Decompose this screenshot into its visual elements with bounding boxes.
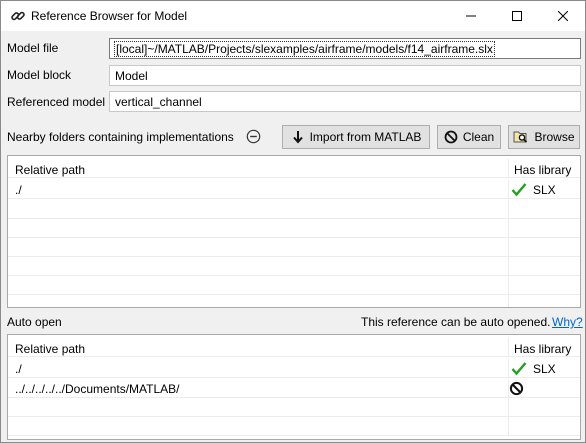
auto-open-label: Auto open bbox=[7, 315, 62, 329]
auto-open-table: Relative path Has library ./ SLX ../../.… bbox=[7, 334, 581, 440]
minimize-icon bbox=[466, 15, 476, 17]
row-library-cell: SLX bbox=[508, 359, 580, 378]
empty-cell bbox=[508, 417, 580, 436]
header-relative-path: Relative path bbox=[15, 342, 86, 356]
close-icon bbox=[558, 11, 568, 21]
table-row-empty bbox=[8, 200, 580, 219]
referenced-model-label: Referenced model bbox=[7, 95, 106, 109]
table-row-empty bbox=[8, 219, 580, 238]
empty-cell bbox=[508, 295, 580, 307]
table-row[interactable]: ../../../../../Documents/MATLAB/ bbox=[8, 379, 580, 398]
minus-circle-icon[interactable] bbox=[246, 129, 261, 144]
header-has-library: Has library bbox=[514, 163, 572, 177]
table-row-empty bbox=[8, 257, 580, 276]
table-header: Relative path Has library bbox=[8, 338, 580, 357]
maximize-icon bbox=[512, 11, 522, 21]
browse-button[interactable]: Browse bbox=[508, 125, 580, 149]
referenced-model-value: vertical_channel bbox=[115, 95, 202, 109]
clean-button[interactable]: Clean bbox=[437, 125, 501, 149]
header-library-cell: Has library bbox=[508, 338, 580, 357]
model-block-value: Model bbox=[115, 69, 148, 83]
import-from-matlab-button[interactable]: Import from MATLAB bbox=[282, 125, 430, 149]
empty-cell bbox=[508, 257, 580, 276]
row-path: ../../../../../Documents/MATLAB/ bbox=[15, 382, 180, 396]
model-file-label: Model file bbox=[7, 41, 59, 55]
row-library-cell bbox=[508, 379, 580, 398]
table-row-empty bbox=[8, 295, 580, 307]
model-file-value: [local]~/MATLAB/Projects/slexamples/airf… bbox=[114, 41, 495, 57]
row-path: ./ bbox=[15, 362, 22, 376]
model-file-field[interactable]: [local]~/MATLAB/Projects/slexamples/airf… bbox=[109, 38, 581, 59]
referenced-model-field[interactable]: vertical_channel bbox=[109, 91, 581, 112]
empty-cell bbox=[508, 200, 580, 219]
minimize-button[interactable] bbox=[448, 1, 494, 31]
window-title: Reference Browser for Model bbox=[31, 9, 188, 23]
table-row-empty bbox=[8, 398, 580, 417]
browse-label: Browse bbox=[534, 130, 575, 144]
table-header: Relative path Has library bbox=[8, 159, 580, 178]
close-button[interactable] bbox=[540, 1, 585, 31]
table-row-empty bbox=[8, 417, 580, 436]
ban-icon bbox=[509, 381, 524, 399]
empty-cell bbox=[508, 238, 580, 257]
model-block-field[interactable]: Model bbox=[109, 65, 581, 86]
table-row[interactable]: ./ SLX bbox=[8, 180, 580, 199]
table-row-empty bbox=[8, 276, 580, 295]
import-label: Import from MATLAB bbox=[309, 130, 422, 144]
empty-cell bbox=[508, 398, 580, 417]
nearby-folders-table: Relative path Has library ./ SLX bbox=[7, 155, 581, 308]
model-block-label: Model block bbox=[7, 68, 72, 82]
check-icon bbox=[511, 361, 527, 379]
ban-icon bbox=[444, 130, 458, 144]
empty-cell bbox=[508, 219, 580, 238]
header-library-cell: Has library bbox=[508, 159, 580, 178]
table-row[interactable]: ./ SLX bbox=[8, 359, 580, 378]
title-bar: Reference Browser for Model bbox=[1, 1, 585, 31]
header-relative-path: Relative path bbox=[15, 163, 86, 177]
row-path: ./ bbox=[15, 183, 22, 197]
empty-cell bbox=[508, 276, 580, 295]
maximize-button[interactable] bbox=[494, 1, 540, 31]
reference-browser-window: Reference Browser for Model Model file [… bbox=[0, 0, 586, 443]
link-icon bbox=[10, 8, 26, 24]
row-library-cell: SLX bbox=[508, 180, 580, 199]
auto-open-message: This reference can be auto opened. bbox=[361, 315, 551, 329]
row-library: SLX bbox=[533, 362, 556, 376]
row-library: SLX bbox=[533, 183, 556, 197]
nearby-folders-label: Nearby folders containing implementation… bbox=[7, 130, 234, 144]
why-link[interactable]: Why? bbox=[552, 315, 583, 329]
header-has-library: Has library bbox=[514, 342, 572, 356]
check-icon bbox=[511, 182, 527, 200]
folder-search-icon bbox=[513, 130, 529, 144]
table-row-empty bbox=[8, 238, 580, 257]
clean-label: Clean bbox=[462, 130, 495, 144]
arrow-down-icon bbox=[291, 130, 305, 144]
